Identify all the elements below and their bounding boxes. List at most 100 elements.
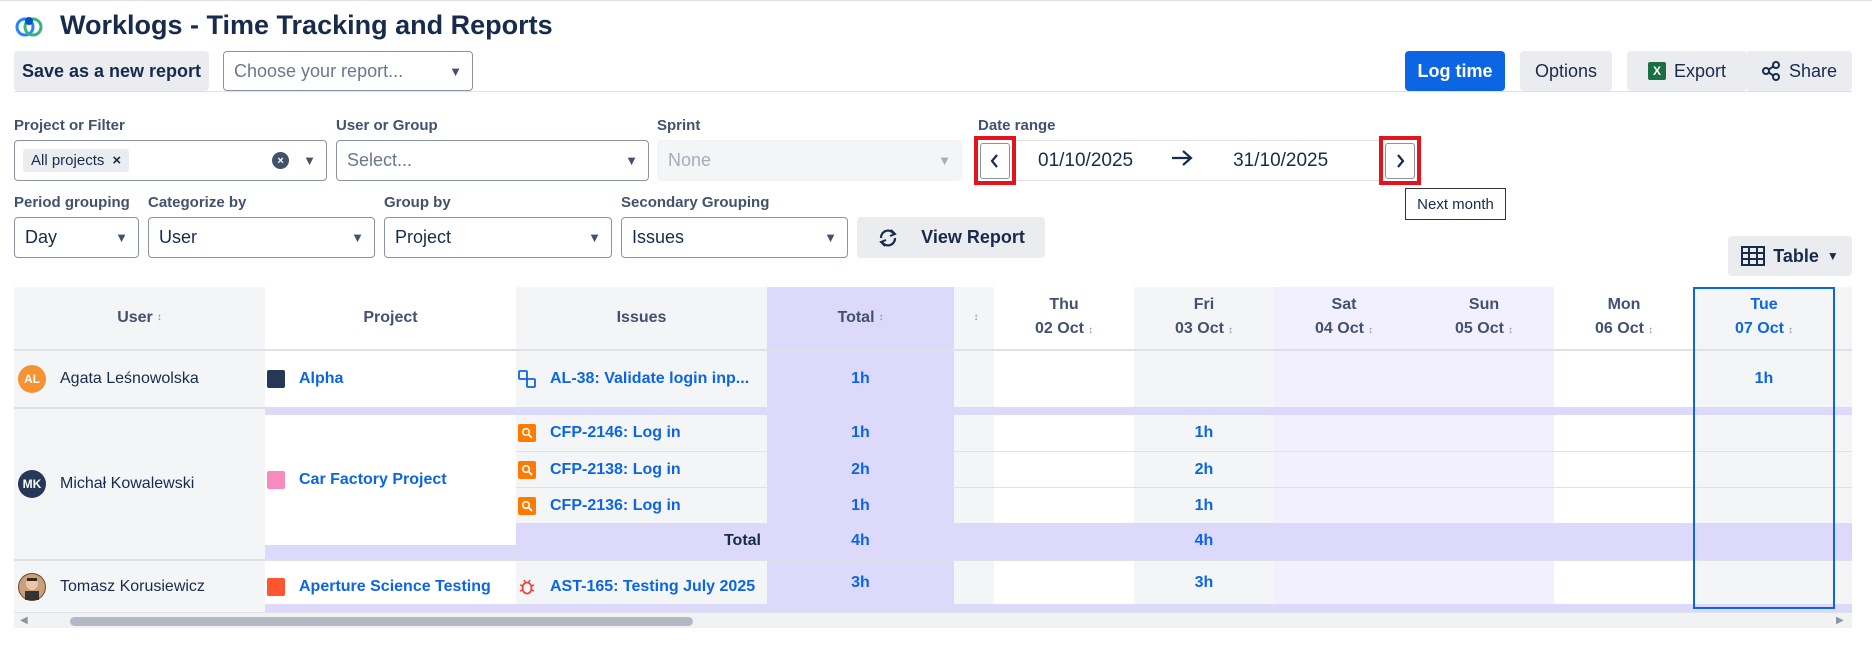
day-value-fri: 2h	[1194, 460, 1214, 478]
export-button[interactable]: X Export	[1627, 51, 1747, 91]
table-row-user: Tomasz Korusiewicz	[14, 561, 265, 612]
issue-link[interactable]: AST-165: Testing July 2025	[550, 578, 755, 596]
view-mode-select[interactable]: Table ▼	[1728, 236, 1852, 276]
day-header-fri[interactable]: Fri 03 Oct ↕	[1134, 287, 1274, 349]
user-name: Agata Leśnowolska	[60, 370, 199, 387]
project-aperture-icon	[267, 577, 285, 596]
total-header[interactable]: Total ↕	[767, 287, 954, 349]
table-row-user: MK Michał Kowalewski	[14, 409, 265, 559]
table-icon	[1741, 246, 1766, 266]
day-header-thu[interactable]: Thu 02 Oct ↕	[994, 287, 1134, 349]
avatar: MK	[18, 470, 46, 498]
project-filter-select[interactable]: All projects × × ▼	[14, 140, 327, 181]
search-issue-icon	[518, 460, 536, 479]
subtask-icon	[518, 370, 536, 388]
day-header-sat[interactable]: Sat 04 Oct ↕	[1274, 287, 1414, 349]
table-row-project[interactable]: Alpha	[265, 351, 516, 407]
issue-link[interactable]: AL-38: Validate login inp...	[550, 370, 749, 388]
issue-link[interactable]: CFP-2138: Log in	[550, 461, 681, 479]
user-name: Tomasz Korusiewicz	[60, 577, 205, 595]
sort-icon: ↕	[878, 312, 884, 323]
scroll-left-icon[interactable]: ◀	[20, 615, 28, 626]
row-total: 3h	[851, 573, 870, 591]
issue-link[interactable]: CFP-2146: Log in	[550, 424, 681, 442]
table-row-issue[interactable]: CFP-2136: Log in	[516, 488, 767, 523]
sprint-value: None	[668, 150, 712, 170]
user-filter-label: User or Group	[336, 117, 438, 134]
sprint-select: None ▼	[657, 140, 962, 181]
chip-remove-icon[interactable]: ×	[112, 152, 121, 169]
app-logo-icon	[14, 12, 44, 42]
categorize-by-select[interactable]: User ▼	[148, 217, 375, 258]
period-grouping-label: Period grouping	[14, 194, 130, 211]
log-time-button[interactable]: Log time	[1405, 51, 1505, 91]
row-total: 1h	[851, 496, 870, 514]
row-total: 2h	[851, 460, 870, 478]
view-report-label: View Report	[921, 227, 1025, 247]
current-day-highlight	[1693, 287, 1835, 609]
project-link[interactable]: Alpha	[299, 370, 343, 388]
table-row-issue[interactable]: CFP-2146: Log in	[516, 415, 767, 451]
day-value-fri: 3h	[1194, 573, 1214, 591]
scrollbar-thumb[interactable]	[70, 617, 693, 626]
choose-report-select[interactable]: Choose your report... ▼	[223, 51, 473, 91]
clear-icon[interactable]: ×	[272, 152, 290, 169]
group-by-select[interactable]: Project ▼	[384, 217, 612, 258]
view-report-button[interactable]: View Report	[857, 217, 1045, 258]
categorize-by-value: User	[159, 227, 198, 247]
date-to[interactable]: 31/10/2025	[1233, 150, 1328, 172]
issue-link[interactable]: CFP-2136: Log in	[550, 497, 681, 515]
prev-month-button[interactable]	[980, 143, 1010, 179]
table-row-issue[interactable]: AL-38: Validate login inp...	[516, 351, 767, 407]
issues-header: Issues	[616, 309, 667, 326]
day-header-mon[interactable]: Mon 06 Oct ↕	[1554, 287, 1694, 349]
chevron-down-icon: ▼	[449, 63, 462, 79]
secondary-grouping-label: Secondary Grouping	[621, 194, 770, 211]
table-row-issue[interactable]: CFP-2138: Log in	[516, 452, 767, 487]
user-name: Michał Kowalewski	[60, 475, 195, 492]
chevron-down-icon: ▼	[351, 230, 364, 245]
chevron-down-icon: ▼	[938, 153, 951, 168]
avatar: AL	[18, 365, 46, 393]
date-from[interactable]: 01/10/2025	[1038, 150, 1133, 172]
chevron-down-icon: ▼	[625, 153, 638, 168]
chevron-right-icon	[1397, 154, 1405, 168]
table-row-user: AL Agata Leśnowolska	[14, 351, 265, 407]
subtotal-strip	[265, 545, 516, 559]
table-row-project[interactable]: Car Factory Project	[265, 415, 516, 545]
bug-icon	[518, 578, 536, 596]
day-header-sun[interactable]: Sun 05 Oct ↕	[1414, 287, 1554, 349]
next-month-button[interactable]	[1385, 143, 1415, 179]
scroll-right-icon[interactable]: ▶	[1836, 615, 1844, 626]
day-value-fri: 1h	[1194, 424, 1214, 441]
share-label: Share	[1788, 60, 1838, 81]
options-button[interactable]: Options	[1520, 51, 1612, 91]
save-as-new-report-button[interactable]: Save as a new report	[14, 51, 209, 91]
sort-icon: ↕	[156, 312, 162, 323]
top-border	[0, 0, 1872, 1]
user-filter-select[interactable]: Select... ▼	[336, 140, 649, 181]
project-filter-label: Project or Filter	[14, 117, 125, 134]
project-link[interactable]: Aperture Science Testing	[299, 578, 491, 596]
chevron-down-icon: ▼	[303, 153, 316, 168]
subtotal-fri: 4h	[1194, 532, 1214, 549]
share-button[interactable]: Share	[1746, 51, 1852, 91]
secondary-grouping-value: Issues	[632, 227, 685, 247]
sort-icon: ↕	[973, 312, 979, 323]
group-by-value: Project	[395, 227, 452, 247]
date-range-picker[interactable]: 01/10/2025 31/10/2025	[1016, 140, 1379, 181]
row-total: 1h	[851, 370, 870, 387]
user-header[interactable]: User ↕	[14, 287, 265, 349]
row-total-strip	[265, 407, 1852, 415]
project-link[interactable]: Car Factory Project	[299, 471, 447, 489]
hidden-day-header[interactable]: ↕	[954, 287, 994, 349]
chevron-left-icon	[990, 154, 998, 168]
report-table: User ↕ Project Issues Total ↕ ↕ Thu 02 Oct ↕…	[14, 287, 1852, 612]
subtotal-value: 4h	[851, 532, 870, 549]
date-range-label: Date range	[978, 117, 1056, 134]
period-grouping-select[interactable]: Day ▼	[14, 217, 139, 258]
subtotal-label: Total	[723, 532, 761, 549]
project-chip: All projects ×	[23, 149, 130, 172]
secondary-grouping-select[interactable]: Issues ▼	[621, 217, 848, 258]
chevron-down-icon: ▼	[1826, 249, 1839, 263]
